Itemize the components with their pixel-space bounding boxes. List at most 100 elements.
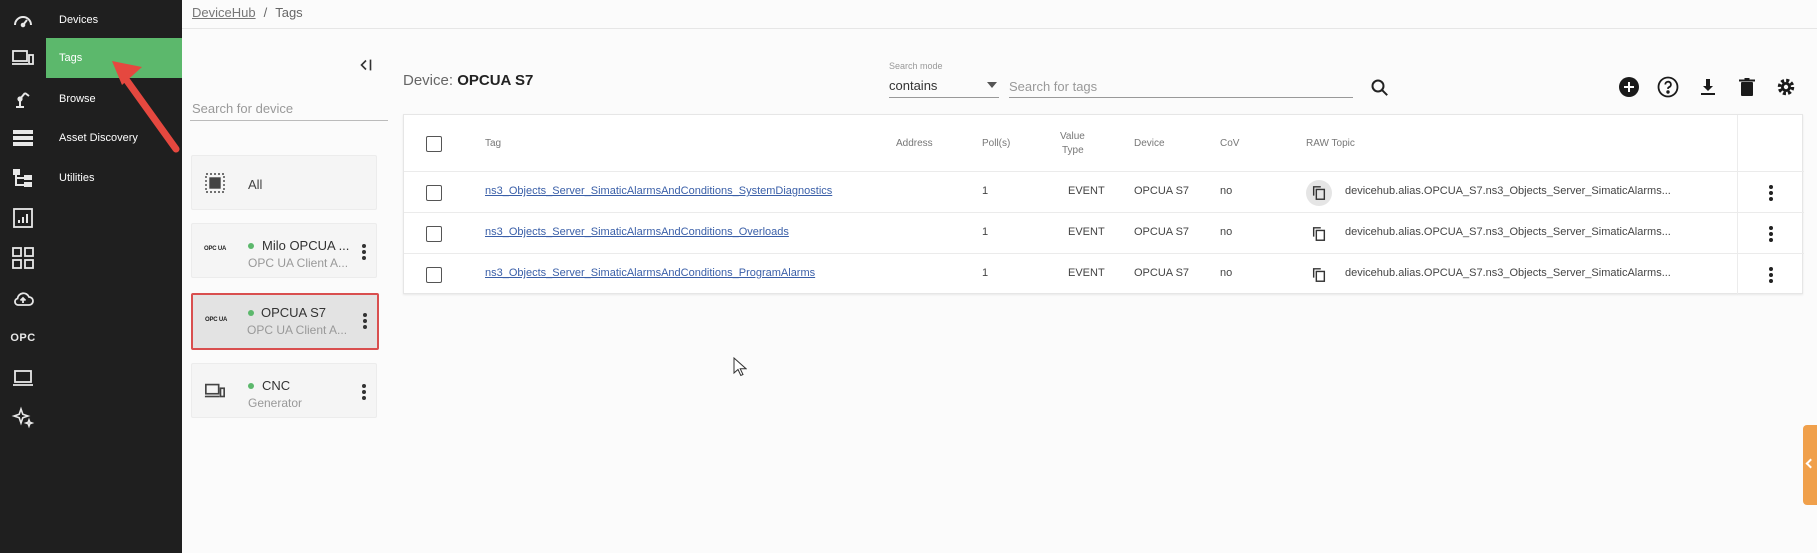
cov-cell: no [1220, 267, 1233, 279]
device-type: OPC UA Client A... [247, 323, 348, 337]
column-header-address[interactable]: Address [896, 137, 933, 150]
copy-icon [1312, 268, 1326, 282]
grid-icon[interactable] [0, 238, 46, 278]
breadcrumb-root-link[interactable]: DeviceHub [192, 5, 256, 20]
table-row[interactable]: ns3_Objects_Server_SimaticAlarmsAndCondi… [404, 171, 1804, 212]
row-checkbox[interactable] [426, 267, 442, 283]
select-all-checkbox[interactable] [426, 136, 442, 152]
device-title: Device: OPCUA S7 [403, 72, 533, 89]
column-header-device[interactable]: Device [1134, 137, 1165, 150]
raw-topic-cell: devicehub.alias.OPCUA_S7.ns3_Objects_Ser… [1345, 185, 1671, 197]
tags-table: Tag Address Poll(s) Value Type Device Co… [403, 114, 1804, 295]
tag-link[interactable]: ns3_Objects_Server_SimaticAlarmsAndCondi… [485, 226, 789, 238]
device-card[interactable]: OPC UA Milo OPCUA ... OPC UA Client A... [191, 223, 377, 278]
copy-topic-button[interactable] [1306, 180, 1332, 206]
opc-label: OPC [10, 332, 36, 344]
add-circle-icon[interactable] [1618, 76, 1640, 98]
device-card[interactable]: CNC Generator [191, 363, 377, 418]
laptop-icon[interactable] [0, 358, 46, 398]
breadcrumb-separator: / [263, 5, 268, 20]
cloud-upload-icon[interactable] [0, 279, 46, 319]
opcua-logo-icon: OPC UA [204, 246, 227, 252]
dropdown-arrow-icon [987, 82, 997, 88]
device-title-prefix: Device: [403, 72, 454, 89]
tag-link[interactable]: ns3_Objects_Server_SimaticAlarmsAndCondi… [485, 267, 815, 279]
icon-rail: OPC [0, 0, 46, 553]
chevron-left-icon [1805, 458, 1816, 469]
breadcrumb-current: Tags [275, 5, 303, 20]
nav-item-label: Tags [59, 52, 83, 64]
copy-topic-button[interactable] [1306, 221, 1332, 247]
more-vert-icon[interactable] [1767, 224, 1775, 244]
column-header-cov[interactable]: CoV [1220, 137, 1239, 150]
tag-search-input[interactable] [1009, 76, 1353, 98]
more-vert-icon[interactable] [361, 311, 369, 331]
device-cell: OPCUA S7 [1134, 226, 1190, 238]
poll-cell: 1 [982, 185, 989, 197]
device-cell: OPCUA S7 [1134, 185, 1190, 197]
nav-item-browse[interactable]: Browse [46, 79, 182, 119]
copy-icon [1312, 227, 1326, 241]
search-mode-value: contains [889, 78, 938, 93]
nav-item-tags[interactable]: Tags [46, 38, 182, 78]
collapse-panel-button[interactable] [357, 56, 377, 76]
row-checkbox[interactable] [426, 226, 442, 242]
value-type-cell: EVENT [1068, 185, 1105, 197]
side-panel-toggle[interactable] [1803, 425, 1817, 505]
nav-item-label: Utilities [59, 172, 95, 184]
raw-topic-cell: devicehub.alias.OPCUA_S7.ns3_Objects_Ser… [1345, 267, 1671, 279]
breadcrumb: DeviceHub / Tags [192, 5, 303, 20]
table-row[interactable]: ns3_Objects_Server_SimaticAlarmsAndCondi… [404, 212, 1804, 253]
device-title-name: OPCUA S7 [457, 72, 534, 89]
settings-icon[interactable] [1775, 76, 1797, 98]
raw-topic-cell: devicehub.alias.OPCUA_S7.ns3_Objects_Ser… [1345, 226, 1671, 238]
device-cell: OPCUA S7 [1134, 267, 1190, 279]
device-name: CNC [262, 378, 291, 393]
column-header-value-type-line1[interactable]: Value [1060, 130, 1085, 143]
help-circle-icon[interactable] [1657, 76, 1679, 98]
table-row[interactable]: ns3_Objects_Server_SimaticAlarmsAndCondi… [404, 253, 1804, 294]
main-area: DeviceHub / Tags All OPC UA Milo OPCUA .… [182, 0, 1817, 553]
copy-topic-button[interactable] [1306, 262, 1332, 288]
cov-cell: no [1220, 226, 1233, 238]
poll-cell: 1 [982, 267, 989, 279]
column-header-tag[interactable]: Tag [485, 137, 501, 150]
gauge-icon[interactable] [0, 0, 46, 40]
device-name: OPCUA S7 [261, 305, 327, 320]
bar-chart-icon[interactable] [0, 198, 46, 238]
status-dot [248, 310, 254, 316]
device-search-input[interactable] [190, 97, 388, 121]
delete-icon[interactable] [1736, 76, 1758, 98]
nav-item-asset-discovery[interactable]: Asset Discovery [46, 118, 182, 158]
hierarchy-icon[interactable] [0, 158, 46, 198]
column-header-value-type-line2[interactable]: Type [1062, 144, 1084, 157]
search-icon[interactable] [1370, 78, 1390, 98]
device-card-all[interactable]: All [191, 155, 377, 210]
app-root: OPC Devices Tags Browse Asset Discovery … [0, 0, 1817, 553]
tag-link[interactable]: ns3_Objects_Server_SimaticAlarmsAndCondi… [485, 185, 832, 197]
sparkle-icon[interactable] [0, 398, 46, 438]
more-vert-icon[interactable] [360, 242, 368, 262]
poll-cell: 1 [982, 226, 989, 238]
nav-item-label: Devices [59, 14, 99, 26]
nav-item-utilities[interactable]: Utilities [46, 158, 182, 198]
select-all-icon [205, 173, 225, 193]
devices-icon[interactable] [0, 38, 46, 78]
row-checkbox[interactable] [426, 185, 442, 201]
opcua-logo-icon: OPC UA [205, 317, 228, 323]
column-header-poll[interactable]: Poll(s) [982, 137, 1010, 150]
download-icon[interactable] [1697, 76, 1719, 98]
device-card-selected[interactable]: OPC UA OPCUA S7 OPC UA Client A... [191, 293, 379, 350]
robot-arm-icon[interactable] [0, 79, 46, 119]
nav-item-devices[interactable]: Devices [46, 0, 182, 40]
more-vert-icon[interactable] [1767, 265, 1775, 285]
opc-icon[interactable]: OPC [0, 318, 46, 358]
server-list-icon[interactable] [0, 118, 46, 158]
search-mode-select[interactable]: contains [889, 76, 999, 98]
more-vert-icon[interactable] [1767, 183, 1775, 203]
nav-item-label: Asset Discovery [59, 132, 138, 144]
column-header-raw-topic[interactable]: RAW Topic [1306, 137, 1355, 150]
collapse-left-icon [360, 59, 372, 71]
device-name: Milo OPCUA ... [262, 238, 350, 253]
more-vert-icon[interactable] [360, 382, 368, 402]
